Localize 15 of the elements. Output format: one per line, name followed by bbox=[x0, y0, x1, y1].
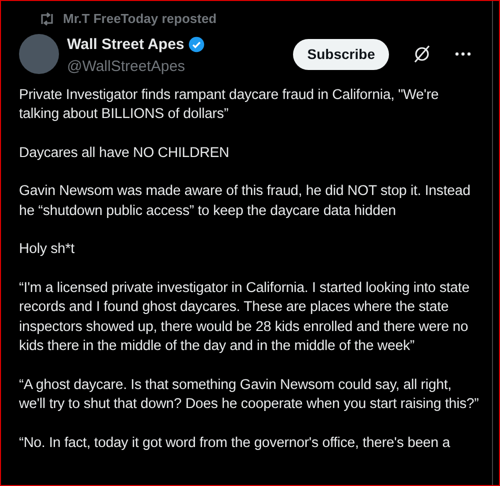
post-paragraph: “A ghost daycare. Is that something Gavin Newsom could say, all right, we'll try to shut that down? Does he cooperate when you start raising this?” bbox=[19, 376, 479, 414]
more-icon[interactable] bbox=[455, 52, 471, 56]
post-paragraph: “I'm a licensed private investigator in California. I started looking into state records and I found ghost daycares. These are places where the state inspectors showed up, there would be 28 kids enrolled and there were no kids there in the middle of the day and in the middle of the week” bbox=[19, 278, 470, 356]
avatar[interactable] bbox=[19, 34, 59, 74]
repost-label: Mr.T FreeToday reposted bbox=[63, 10, 217, 28]
post-paragraph: “No. In fact, today it got word from the governor's office, there's been a bbox=[19, 434, 452, 452]
subscribe-button[interactable]: Subscribe bbox=[293, 38, 389, 70]
slashed-circle-icon[interactable] bbox=[413, 45, 431, 63]
post-paragraph: Holy sh*t bbox=[19, 240, 76, 259]
author-handle[interactable]: @WallStreetApes bbox=[67, 56, 286, 76]
author-name[interactable]: Wall Street Apes bbox=[67, 35, 184, 54]
post-paragraph: Private Investigator finds rampant daycare fraud in California, "We're talking about BILLIONS of dollars” bbox=[19, 86, 440, 124]
post-paragraph: Daycares all have NO CHILDREN bbox=[19, 144, 230, 162]
post-paragraph: Gavin Newsom was made aware of this fraud, he did NOT stop it. Instead he “shutdown public access” to keep the daycare data hidden bbox=[19, 182, 472, 220]
repost-icon bbox=[39, 12, 55, 26]
